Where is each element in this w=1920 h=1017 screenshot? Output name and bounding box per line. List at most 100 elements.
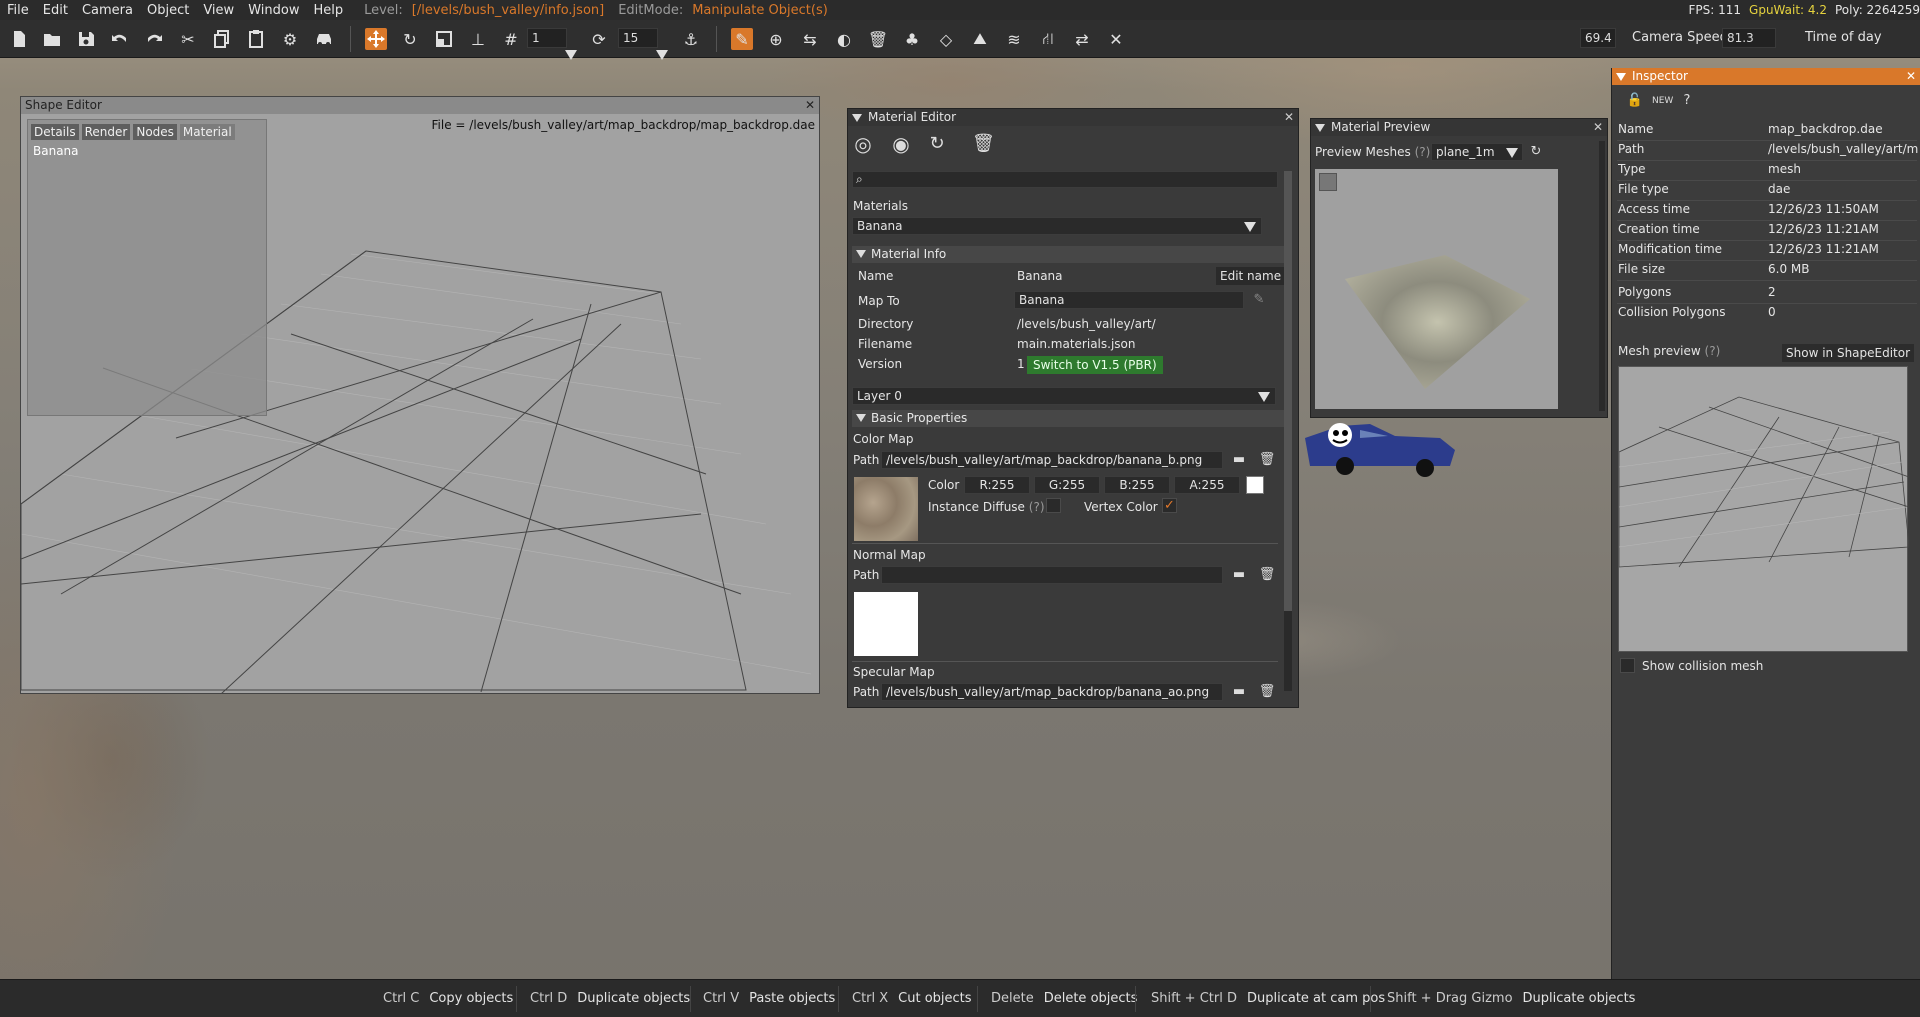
- terrain-layers-icon[interactable]: ◇: [935, 28, 957, 50]
- inspector-titlebar[interactable]: Inspector ✕: [1612, 68, 1920, 85]
- color-g-input[interactable]: G:255: [1034, 476, 1100, 494]
- normal-map-path-input[interactable]: [881, 566, 1223, 584]
- color-swatch[interactable]: [1246, 476, 1264, 494]
- redo-icon[interactable]: [143, 28, 165, 50]
- materials-dropdown[interactable]: Banana: [852, 217, 1262, 235]
- basic-properties-header[interactable]: Basic Properties: [852, 410, 1286, 427]
- navmesh-tool-icon[interactable]: ✕: [1105, 28, 1127, 50]
- menu-edit[interactable]: Edit: [36, 3, 75, 18]
- grid-snap-icon[interactable]: #: [500, 28, 522, 50]
- rotate-gizmo-icon[interactable]: ↻: [399, 28, 421, 50]
- open-folder-icon[interactable]: [41, 28, 63, 50]
- trash-icon[interactable]: 🗑: [972, 135, 995, 153]
- material-list-item[interactable]: Banana: [28, 144, 266, 158]
- mesh-preview-viewport[interactable]: [1618, 366, 1910, 652]
- add-object-icon[interactable]: ⊕: [765, 28, 787, 50]
- pencil-edit-icon[interactable]: ✎: [731, 28, 753, 50]
- vehicle-in-scene: [1300, 408, 1460, 478]
- folder-icon[interactable]: ▬: [1230, 451, 1248, 469]
- material-preview-viewport[interactable]: [1315, 169, 1558, 409]
- tab-material[interactable]: Material: [179, 124, 235, 140]
- material-preview-titlebar[interactable]: Material Preview ✕: [1311, 119, 1607, 136]
- color-map-thumbnail[interactable]: [854, 477, 918, 541]
- undo-icon[interactable]: [109, 28, 131, 50]
- material-editor-titlebar[interactable]: Material Editor ✕: [848, 109, 1298, 126]
- lock-icon[interactable]: 🔓: [1626, 92, 1644, 110]
- delete-tool-icon[interactable]: 🗑: [867, 28, 889, 50]
- time-of-day-input[interactable]: 81.3: [1722, 28, 1776, 48]
- tab-details[interactable]: Details: [31, 124, 79, 140]
- shape-editor-titlebar[interactable]: Shape Editor ✕: [21, 97, 819, 114]
- menu-view[interactable]: View: [196, 3, 241, 18]
- material-info-header[interactable]: Material Info: [852, 246, 1286, 263]
- menu-help[interactable]: Help: [306, 3, 350, 18]
- close-icon[interactable]: ✕: [1593, 119, 1603, 136]
- edit-name-button[interactable]: Edit name: [1216, 267, 1286, 285]
- instance-diffuse-checkbox[interactable]: [1046, 498, 1061, 513]
- normal-map-thumbnail[interactable]: [854, 592, 918, 656]
- preview-toggle-checkbox[interactable]: [1319, 173, 1337, 191]
- save-icon[interactable]: [75, 28, 97, 50]
- switch-pbr-button[interactable]: Switch to V1.5 (PBR): [1027, 356, 1163, 374]
- rotation-snap-dropdown-icon[interactable]: [656, 50, 668, 60]
- map-to-input[interactable]: Banana: [1014, 291, 1244, 309]
- clear-texture-icon[interactable]: 🗑: [1258, 451, 1276, 469]
- show-collision-mesh-checkbox[interactable]: [1620, 658, 1635, 673]
- close-icon[interactable]: ✕: [1906, 68, 1916, 85]
- cut-icon[interactable]: ✂: [177, 28, 199, 50]
- show-in-shapeeditor-button[interactable]: Show in ShapeEditor: [1782, 344, 1915, 362]
- help-icon[interactable]: ?: [1678, 92, 1696, 110]
- new-window-icon[interactable]: NEW: [1652, 92, 1673, 110]
- rotation-snap-icon[interactable]: ⟳: [588, 28, 610, 50]
- vertex-color-checkbox[interactable]: ✓: [1162, 498, 1177, 513]
- menu-object[interactable]: Object: [140, 3, 196, 18]
- snap-axis-icon[interactable]: ⊥: [467, 28, 489, 50]
- copy-icon[interactable]: [211, 28, 233, 50]
- paste-icon[interactable]: [245, 28, 267, 50]
- folder-icon[interactable]: ▬: [1230, 566, 1248, 584]
- color-b-input[interactable]: B:255: [1104, 476, 1170, 494]
- sculpt-tool-icon[interactable]: ⛰: [969, 28, 991, 50]
- new-file-icon[interactable]: [8, 28, 30, 50]
- folder-icon[interactable]: ▬: [1230, 683, 1248, 701]
- path-tool-icon[interactable]: ⇆: [799, 28, 821, 50]
- rotation-snap-input[interactable]: 15: [618, 28, 658, 48]
- tab-render[interactable]: Render: [81, 124, 131, 140]
- translate-gizmo-icon[interactable]: [365, 28, 387, 50]
- materials-label: Materials: [853, 199, 909, 213]
- forest-tool-icon[interactable]: ♣: [901, 28, 923, 50]
- clear-texture-icon[interactable]: 🗑: [1258, 566, 1276, 584]
- specular-map-path-input[interactable]: /levels/bush_valley/art/map_backdrop/ban…: [881, 683, 1223, 701]
- layer-dropdown[interactable]: Layer 0: [852, 387, 1276, 405]
- menu-file[interactable]: File: [0, 3, 36, 18]
- paint-tool-icon[interactable]: ≋: [1003, 28, 1025, 50]
- camera-speed-input[interactable]: 69.4: [1580, 28, 1616, 48]
- material-checker-add-icon[interactable]: ◉: [892, 134, 910, 154]
- close-icon[interactable]: ✕: [805, 97, 815, 114]
- close-icon[interactable]: ✕: [1284, 109, 1294, 126]
- mesh-road-icon[interactable]: ⇄: [1071, 28, 1093, 50]
- color-map-path-input[interactable]: /levels/bush_valley/art/map_backdrop/ban…: [881, 451, 1223, 469]
- material-checker-icon[interactable]: ◎: [854, 134, 872, 154]
- settings-gear-icon[interactable]: ⚙: [279, 28, 301, 50]
- pencil-icon[interactable]: ✎: [1250, 291, 1268, 309]
- grid-size-input[interactable]: 1: [527, 28, 567, 48]
- vehicle-icon[interactable]: [313, 28, 335, 50]
- menu-camera[interactable]: Camera: [75, 3, 140, 18]
- scale-gizmo-icon[interactable]: [433, 28, 455, 50]
- menu-window[interactable]: Window: [241, 3, 306, 18]
- refresh-icon[interactable]: ↻: [1527, 143, 1545, 161]
- color-a-input[interactable]: A:255: [1174, 476, 1240, 494]
- color-r-input[interactable]: R:255: [964, 476, 1030, 494]
- scrollbar[interactable]: [1599, 141, 1605, 411]
- grid-size-dropdown-icon[interactable]: [565, 50, 577, 60]
- material-search-input[interactable]: ⌕: [852, 171, 1278, 188]
- clear-texture-icon[interactable]: 🗑: [1258, 683, 1276, 701]
- refresh-icon[interactable]: ↻: [928, 135, 946, 153]
- tab-nodes[interactable]: Nodes: [133, 124, 177, 140]
- scrollbar[interactable]: [1284, 171, 1292, 691]
- road-tool-icon[interactable]: ⛙: [1037, 28, 1059, 50]
- preview-mesh-dropdown[interactable]: plane_1m: [1431, 143, 1523, 161]
- decal-tool-icon[interactable]: ◐: [833, 28, 855, 50]
- terrain-snap-icon[interactable]: ⚓: [680, 28, 702, 50]
